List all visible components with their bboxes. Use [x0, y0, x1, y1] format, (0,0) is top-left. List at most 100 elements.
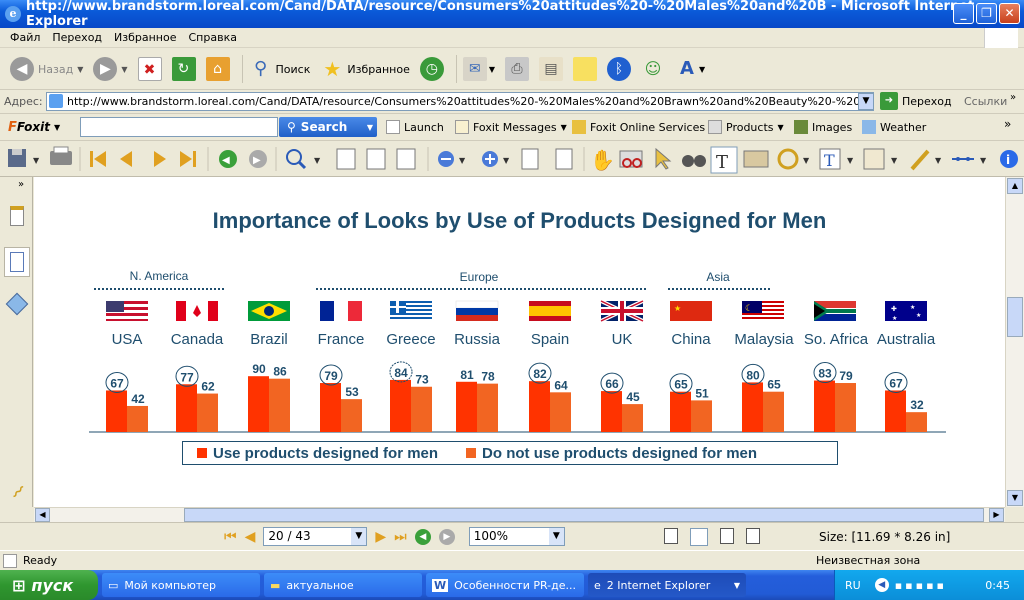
address-dropdown[interactable]: ▼ [858, 93, 874, 110]
hscroll-thumb[interactable] [184, 508, 984, 522]
scroll-right-icon[interactable]: ▶ [989, 508, 1004, 522]
scroll-left-icon[interactable]: ◀ [35, 508, 50, 522]
stop-button[interactable]: ✖ [136, 53, 164, 85]
zoom-dropdown-icon[interactable]: ▼ [548, 528, 564, 545]
last-page-button[interactable]: ⏭ [394, 529, 407, 545]
bar-not-use-products [763, 391, 784, 432]
page-dropdown-icon[interactable]: ▼ [351, 528, 367, 545]
taskbar-item[interactable]: e2 Internet Explorer ▼ [588, 573, 746, 597]
image-tool-icon[interactable] [743, 150, 769, 168]
products-button[interactable]: Products ▼ [708, 120, 784, 134]
forward-view-button[interactable]: ▶ [438, 528, 455, 545]
scroll-up-icon[interactable]: ▲ [1007, 178, 1023, 194]
layers-tab[interactable] [4, 289, 30, 319]
windows-flag-icon: ⊞ [12, 575, 26, 595]
maximize-button[interactable]: ❐ [976, 3, 997, 24]
favorites-button[interactable]: ★ Избранное [318, 53, 411, 85]
translate-button[interactable]: A ▼ [673, 53, 707, 85]
forward-button[interactable]: ▶ ▼ [91, 53, 129, 85]
menu-file[interactable]: Файл [10, 31, 40, 44]
scroll-down-icon[interactable]: ▼ [1007, 490, 1023, 506]
attachment-icon[interactable] [910, 149, 930, 171]
mail-button[interactable]: ✉ ▼ [461, 53, 497, 85]
binocular-icon[interactable] [682, 155, 694, 167]
first-page-icon[interactable] [90, 151, 106, 167]
select-tool-icon[interactable] [655, 147, 672, 170]
history-button[interactable]: ◷ [418, 53, 446, 85]
back-button[interactable]: ◀ Назад ▼ [8, 53, 85, 85]
page-number-field[interactable]: 20 / 43 ▼ [263, 527, 368, 546]
next-page-button[interactable]: ▶ [375, 529, 386, 545]
messenger-button[interactable]: ☺ [639, 53, 667, 85]
task-label: 2 Internet Explorer [606, 578, 711, 592]
next-page-icon[interactable] [154, 151, 166, 167]
links-chevron-icon[interactable]: » [1010, 92, 1016, 103]
weather-icon [862, 120, 876, 134]
foxit-menu[interactable]: F Foxit ▼ [8, 120, 60, 135]
attachments-tab[interactable]: ⌇ [4, 477, 30, 507]
bookmarks-tab[interactable] [4, 201, 30, 231]
continuous-facing-icon[interactable] [746, 528, 760, 544]
refresh-button[interactable]: ↻ [170, 53, 198, 85]
thumbnails-tab[interactable] [4, 247, 30, 277]
stamp-icon[interactable] [777, 148, 799, 170]
comment-icon[interactable] [863, 148, 885, 170]
launch-button[interactable]: Launch [386, 120, 444, 134]
edit-button[interactable]: ▤ [537, 53, 565, 85]
last-page-icon[interactable] [180, 151, 196, 167]
images-button[interactable]: Images [794, 120, 852, 134]
menu-help[interactable]: Справка [189, 31, 237, 44]
rotate-right-icon[interactable] [555, 148, 573, 170]
foxit-messages-button[interactable]: Foxit Messages ▼ [455, 120, 567, 134]
actual-size-icon[interactable] [336, 148, 356, 170]
chart-legend: Use products designed for men Do not use… [182, 441, 838, 465]
minimize-button[interactable]: _ [953, 3, 974, 24]
windows-logo-icon [984, 28, 1018, 48]
expand-panel-icon[interactable]: » [18, 179, 24, 190]
prev-page-button[interactable]: ◀ [245, 529, 256, 545]
note-button[interactable] [571, 53, 599, 85]
south-africa-flag-icon [814, 301, 856, 321]
single-page-icon[interactable] [664, 528, 678, 544]
prev-page-icon[interactable] [120, 151, 132, 167]
zoom-field[interactable]: 100% ▼ [468, 527, 565, 546]
bar-use-products [320, 383, 341, 432]
svg-text:★: ★ [674, 304, 681, 313]
language-indicator[interactable]: RU [845, 579, 861, 592]
scroll-thumb[interactable] [1007, 297, 1023, 337]
first-page-button[interactable]: ⏮ [224, 529, 237, 545]
bluetooth-button[interactable]: ᛒ [605, 53, 633, 85]
address-input[interactable]: http://www.brandstorm.loreal.com/Cand/DA… [46, 92, 874, 111]
tray-collapse-icon[interactable]: ◀ [874, 578, 889, 592]
go-button[interactable]: ➜ Переход [880, 92, 952, 110]
search-button[interactable]: ⚲ Поиск [247, 53, 313, 85]
tray-icons[interactable]: ▪▪▪▪▪ [895, 579, 947, 592]
horizontal-scrollbar[interactable]: ◀ ▶ [34, 507, 1005, 522]
links-label[interactable]: Ссылки [964, 95, 1007, 108]
taskbar-item[interactable]: W Особенности PR-де... [426, 573, 584, 597]
back-view-button[interactable]: ◀ [414, 528, 431, 545]
foxit-online-button[interactable]: Foxit Online Services [572, 120, 705, 134]
fit-page-icon[interactable] [366, 148, 386, 170]
close-button[interactable]: ✕ [999, 3, 1020, 24]
weather-button[interactable]: Weather [862, 120, 926, 134]
hand-tool-icon[interactable]: ✋ [590, 148, 615, 172]
menu-go[interactable]: Переход [52, 31, 102, 44]
continuous-page-icon[interactable] [690, 528, 708, 546]
zoom-icon[interactable] [286, 149, 302, 165]
rotate-left-icon[interactable] [521, 148, 539, 170]
taskbar-item[interactable]: ▬ актуальное [264, 573, 422, 597]
facing-page-icon[interactable] [720, 528, 734, 544]
more-chevron-icon[interactable]: » [1004, 117, 1011, 131]
online-label: Foxit Online Services [590, 120, 706, 134]
taskbar-item[interactable]: ▭ Мой компьютер [102, 573, 260, 597]
foxit-search-button[interactable]: ⚲ Search ▼ [279, 117, 377, 137]
fit-width-icon[interactable] [396, 148, 416, 170]
ie-icon: e [594, 578, 601, 592]
start-button[interactable]: ⊞ пуск [0, 570, 98, 600]
home-button[interactable]: ⌂ [204, 53, 232, 85]
foxit-search-input[interactable] [80, 117, 278, 137]
print-button[interactable]: ⎙ [503, 53, 531, 85]
menu-favorites[interactable]: Избранное [114, 31, 176, 44]
vertical-scrollbar[interactable]: ▲ ▼ [1005, 177, 1024, 507]
